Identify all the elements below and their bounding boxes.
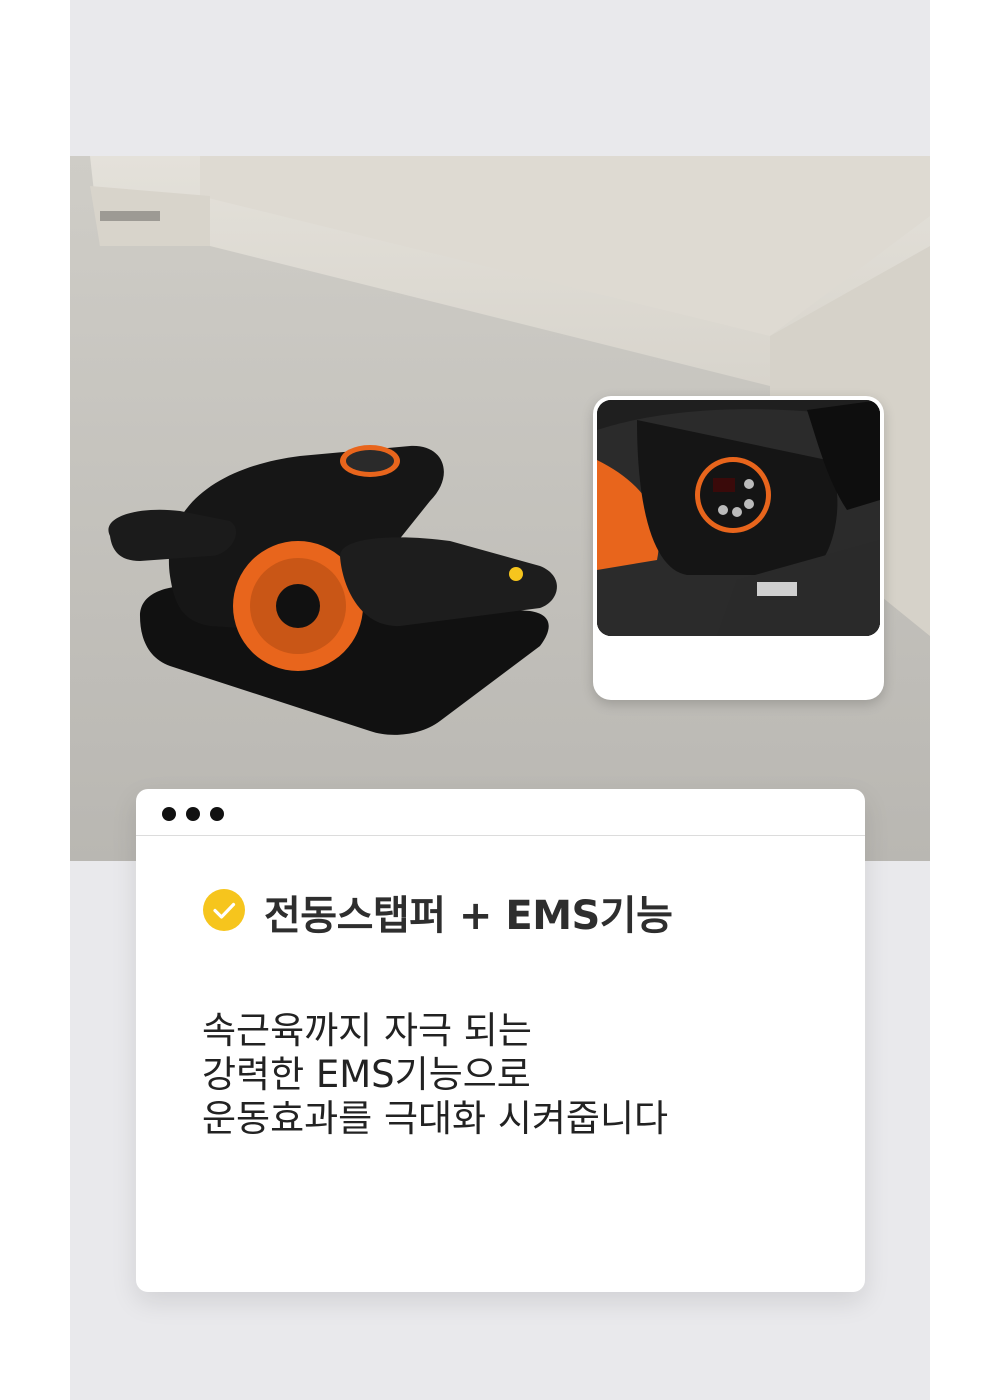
feature-description: 속근육까지 자극 되는 강력한 EMS기능으로 운동효과를 극대화 시켜줍니다 bbox=[202, 1009, 668, 1141]
detail-inset-card bbox=[593, 396, 884, 700]
description-line: 속근육까지 자극 되는 bbox=[202, 1009, 532, 1052]
feature-title: 전동스탭퍼 + EMS기능 bbox=[264, 893, 673, 939]
feature-card: 전동스탭퍼 + EMS기능 속근육까지 자극 되는 강력한 EMS기능으로 운동… bbox=[136, 789, 865, 1292]
window-dot-icon bbox=[210, 807, 224, 821]
window-title-bar bbox=[136, 789, 865, 836]
check-circle-icon bbox=[203, 889, 245, 931]
description-line: 강력한 EMS기능으로 bbox=[202, 1053, 531, 1096]
window-dot-icon bbox=[162, 807, 176, 821]
description-line: 운동효과를 극대화 시켜줍니다 bbox=[202, 1097, 669, 1140]
window-dot-icon bbox=[186, 807, 200, 821]
control-panel-photo bbox=[597, 400, 880, 636]
